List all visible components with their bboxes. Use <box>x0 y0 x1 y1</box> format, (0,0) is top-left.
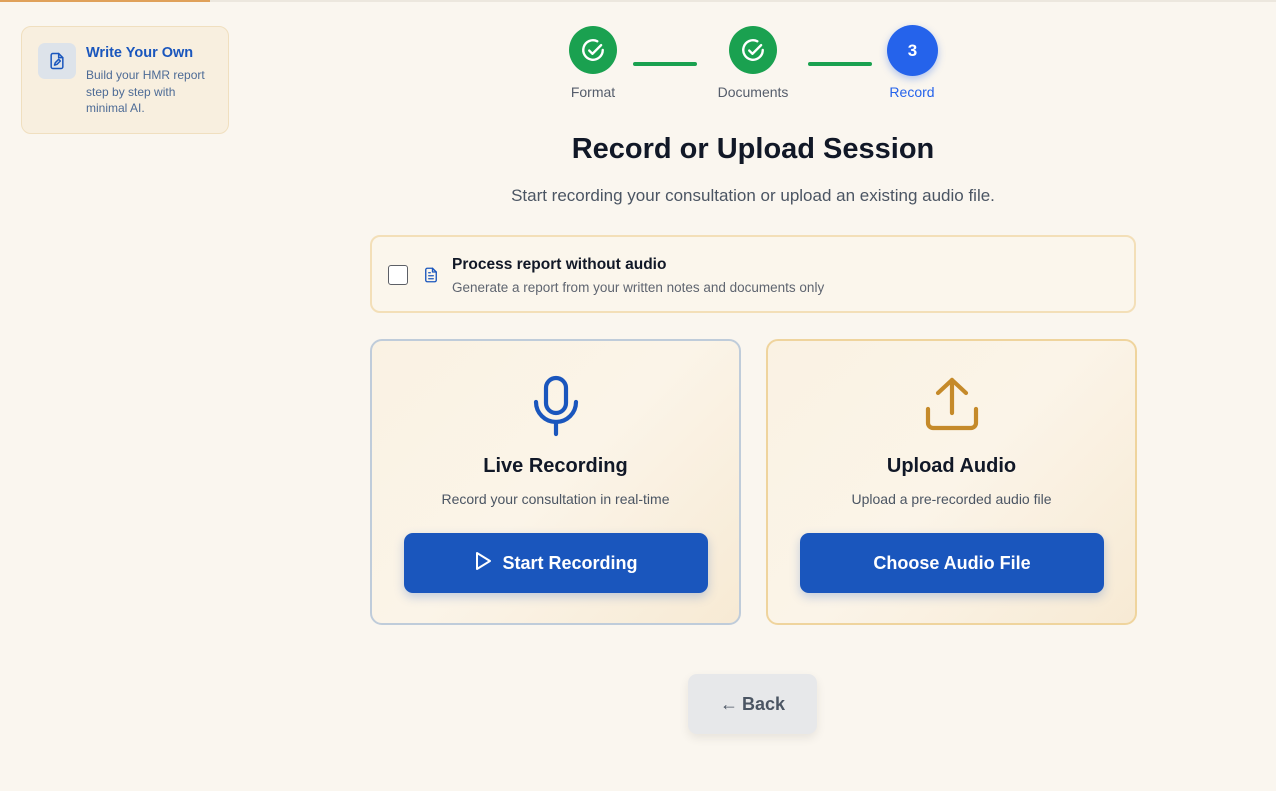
back-arrow-icon: ← <box>719 693 738 714</box>
process-without-audio-title: Process report without audio <box>452 256 667 273</box>
start-recording-label: Start Recording <box>502 552 638 573</box>
back-button[interactable]: ← Back <box>688 674 817 734</box>
play-icon <box>474 551 492 576</box>
microphone-icon <box>372 375 739 437</box>
step-format-check-icon <box>569 26 617 74</box>
back-label: Back <box>741 693 786 714</box>
step-record-number: 3 <box>887 25 938 76</box>
live-recording-card: Live Recording Record your consultation … <box>370 339 741 625</box>
document-edit-icon <box>38 43 76 79</box>
write-your-own-card[interactable]: Write Your Own Build your HMR report ste… <box>21 26 229 134</box>
page-progress-bar <box>0 0 1276 2</box>
document-icon <box>422 265 440 290</box>
start-recording-button[interactable]: Start Recording <box>404 533 708 593</box>
step-format-label: Format <box>570 84 616 100</box>
page-subtitle: Start recording your consultation or upl… <box>511 186 995 205</box>
step-documents-check-icon <box>729 26 777 74</box>
page-title: Record or Upload Session <box>571 133 935 165</box>
live-recording-description: Record your consultation in real-time <box>441 491 670 507</box>
upload-icon <box>768 375 1135 433</box>
live-recording-title: Live Recording <box>483 455 628 477</box>
step-connector <box>808 62 872 66</box>
write-your-own-title: Write Your Own <box>86 45 194 61</box>
process-without-audio-option[interactable]: Process report without audio Generate a … <box>370 235 1136 313</box>
process-without-audio-checkbox[interactable] <box>388 265 408 285</box>
step-connector <box>633 62 697 66</box>
process-without-audio-description: Generate a report from your written note… <box>452 280 825 295</box>
step-record-label: Record <box>889 84 935 100</box>
upload-audio-title: Upload Audio <box>886 455 1017 477</box>
choose-audio-file-label: Choose Audio File <box>873 552 1031 573</box>
choose-audio-file-button[interactable]: Choose Audio File <box>800 533 1104 593</box>
upload-audio-description: Upload a pre-recorded audio file <box>851 491 1052 507</box>
step-documents-label: Documents <box>717 84 789 100</box>
write-your-own-description: Build your HMR report step by step with … <box>86 68 205 115</box>
page-progress-fill <box>0 0 210 2</box>
upload-audio-card: Upload Audio Upload a pre-recorded audio… <box>766 339 1137 625</box>
